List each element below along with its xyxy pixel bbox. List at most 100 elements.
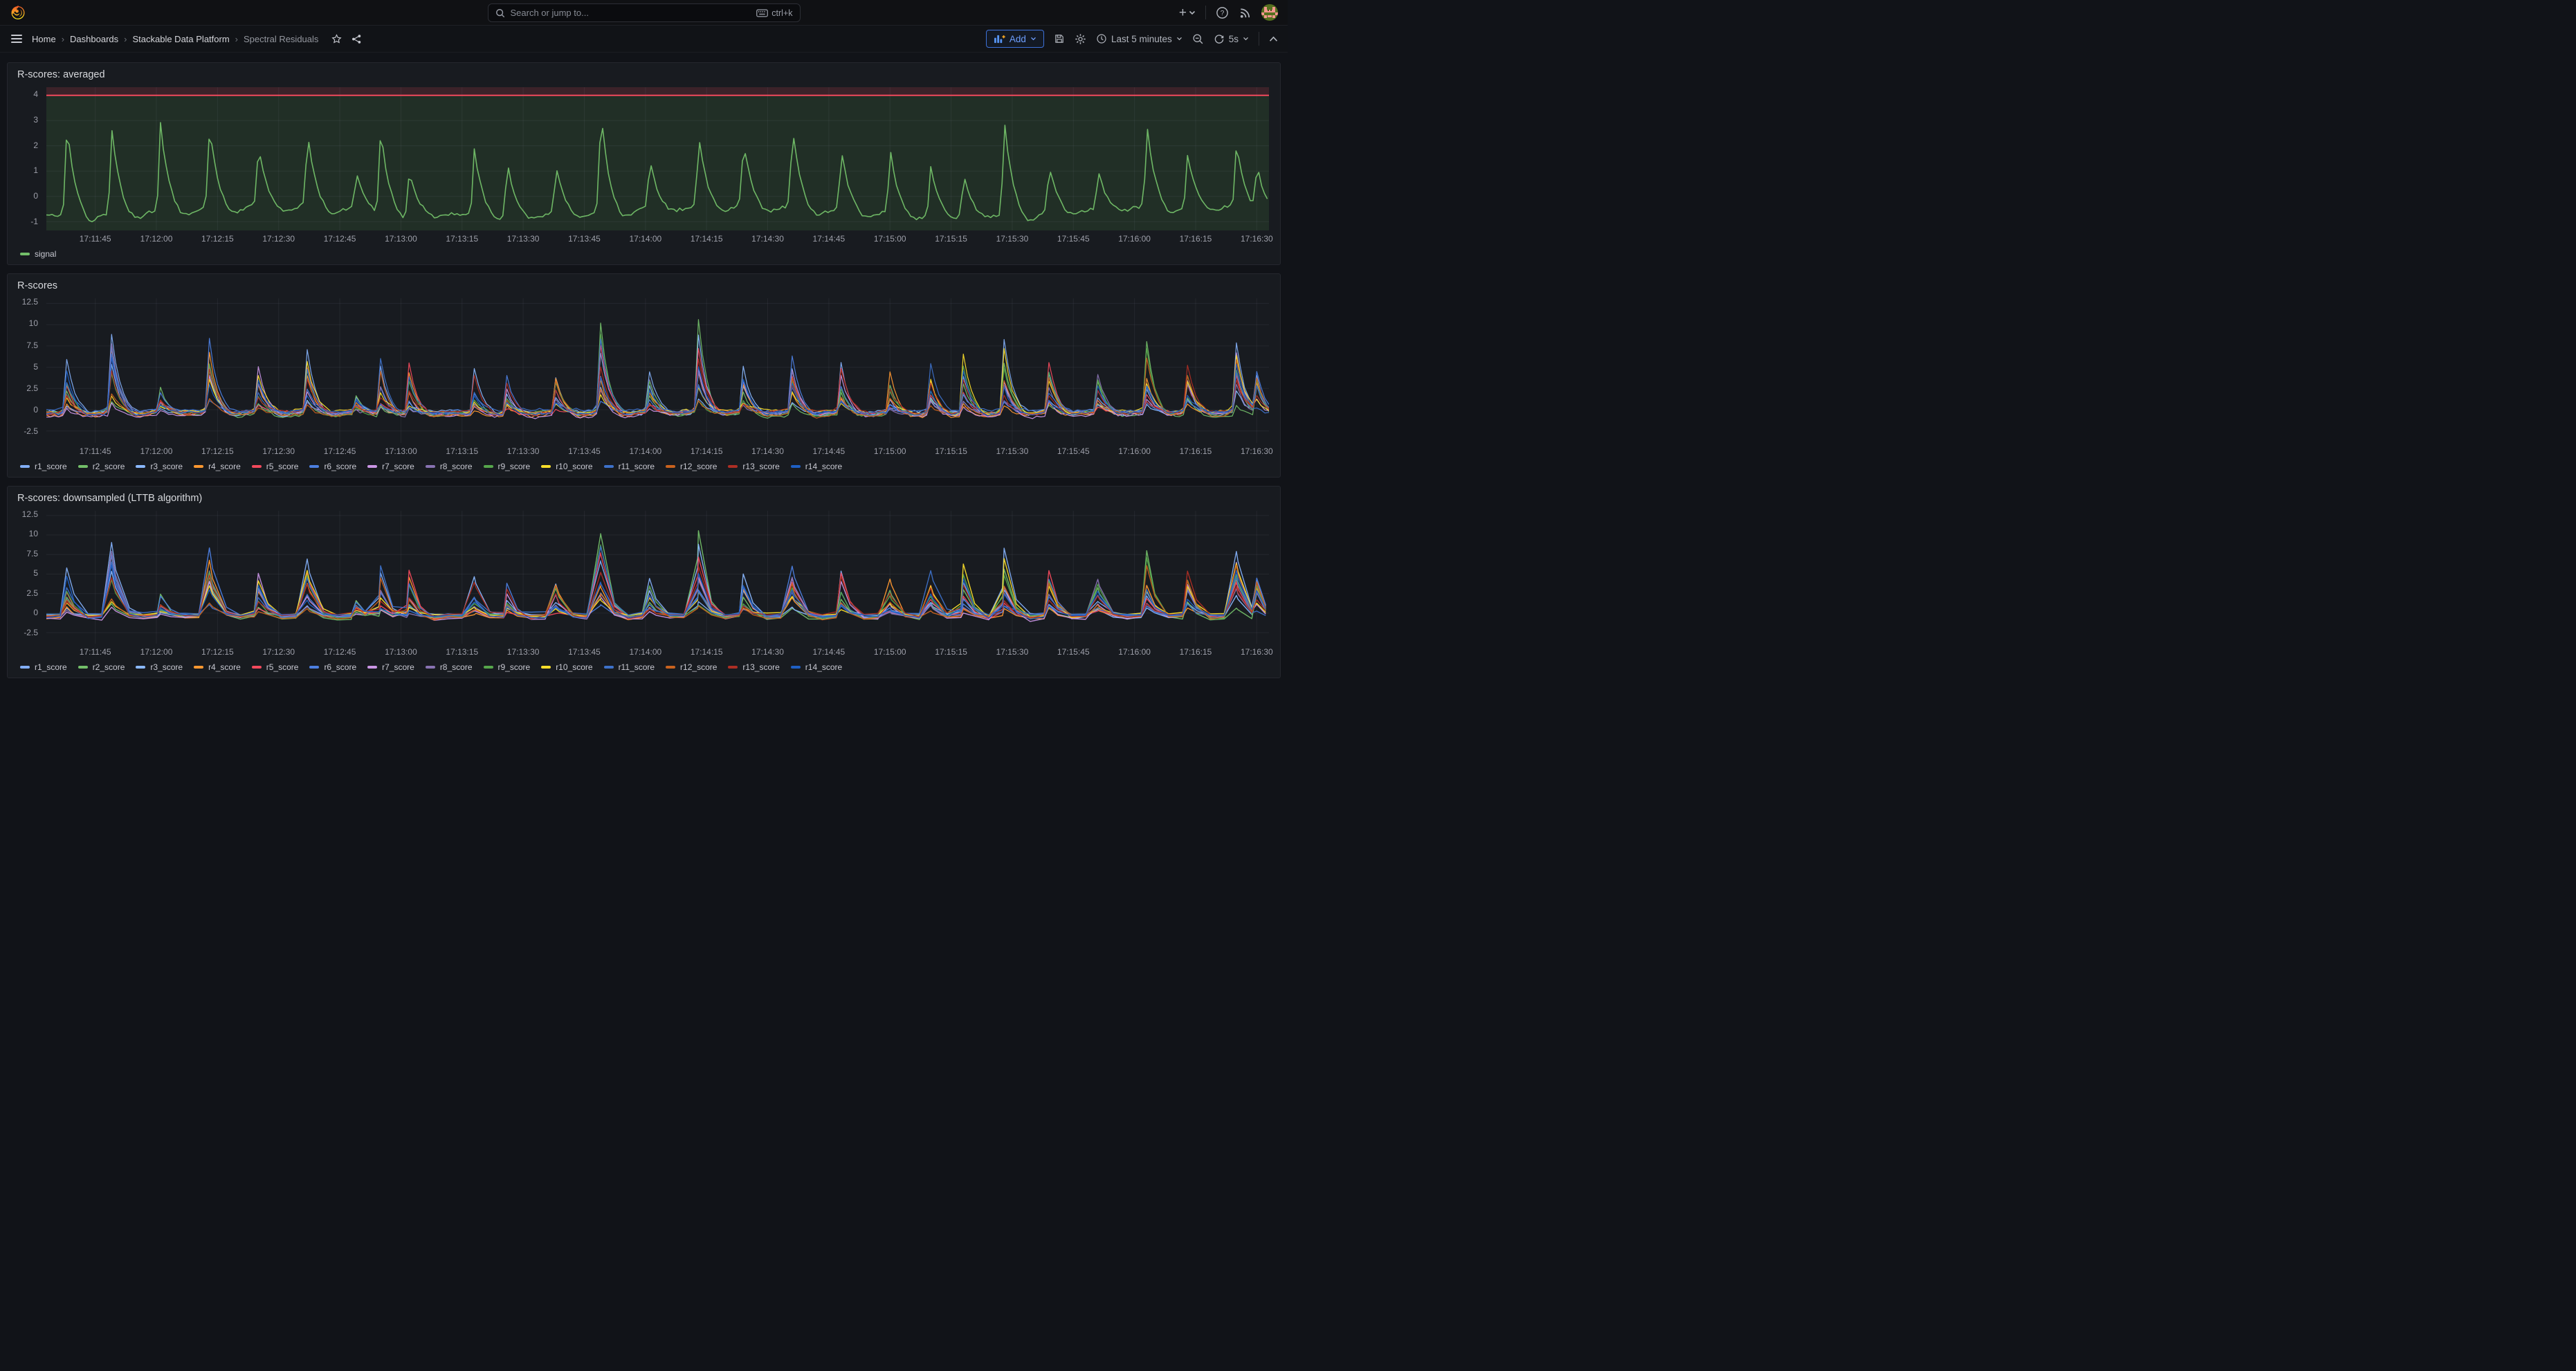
x-tick-label: 17:14:00 <box>629 647 661 657</box>
x-tick-label: 17:12:45 <box>324 446 356 456</box>
add-button[interactable]: Add <box>986 30 1044 48</box>
x-axis: 17:11:4517:12:0017:12:1517:12:3017:12:45… <box>46 644 1269 658</box>
legend-label: r8_score <box>440 462 473 471</box>
x-tick-label: 17:13:15 <box>446 234 478 244</box>
legend-item-r4_score[interactable]: r4_score <box>194 462 241 471</box>
help-icon: ? <box>1216 6 1229 19</box>
x-tick-label: 17:12:45 <box>324 234 356 244</box>
panel-title[interactable]: R-scores <box>16 278 1272 297</box>
plot-area[interactable] <box>46 298 1269 443</box>
y-tick-label: 0 <box>33 191 38 201</box>
series-swatch <box>78 666 88 669</box>
plot-area[interactable] <box>46 87 1269 230</box>
legend-item-signal[interactable]: signal <box>20 249 56 259</box>
legend-item-r7_score[interactable]: r7_score <box>367 462 414 471</box>
legend-item-r11_score[interactable]: r11_score <box>604 662 655 672</box>
legend-item-r10_score[interactable]: r10_score <box>541 662 592 672</box>
refresh-picker[interactable]: 5s <box>1214 33 1249 44</box>
legend-item-r8_score[interactable]: r8_score <box>426 662 473 672</box>
x-tick-label: 17:14:45 <box>813 234 846 244</box>
legend-item-r13_score[interactable]: r13_score <box>728 662 779 672</box>
series-swatch <box>136 666 145 669</box>
plot-wrap: -101234 <box>16 86 1272 230</box>
breadcrumb-folder[interactable]: Stackable Data Platform <box>132 34 229 44</box>
legend-label: r5_score <box>266 462 299 471</box>
legend-item-r6_score[interactable]: r6_score <box>309 462 356 471</box>
series-swatch <box>252 666 262 669</box>
chevron-down-icon <box>1243 37 1249 41</box>
chevron-down-icon <box>1030 37 1036 41</box>
menu-icon[interactable] <box>10 32 24 46</box>
y-tick-label: 7.5 <box>26 341 38 350</box>
x-tick-label: 17:16:30 <box>1241 234 1273 244</box>
breadcrumb-home[interactable]: Home <box>32 34 56 44</box>
legend-item-r1_score[interactable]: r1_score <box>20 662 67 672</box>
series-swatch <box>252 465 262 468</box>
legend-item-r6_score[interactable]: r6_score <box>309 662 356 672</box>
legend-label: r2_score <box>93 462 125 471</box>
grafana-logo[interactable] <box>10 4 26 21</box>
legend-item-r13_score[interactable]: r13_score <box>728 462 779 471</box>
legend-item-r7_score[interactable]: r7_score <box>367 662 414 672</box>
legend-item-r8_score[interactable]: r8_score <box>426 462 473 471</box>
collapse-toolbar-button[interactable] <box>1269 36 1278 42</box>
y-tick-label: 7.5 <box>26 549 38 559</box>
legend-item-r2_score[interactable]: r2_score <box>78 462 125 471</box>
series-swatch <box>541 666 551 669</box>
legend-item-r1_score[interactable]: r1_score <box>20 462 67 471</box>
series-swatch <box>484 666 493 669</box>
legend-label: r4_score <box>208 462 241 471</box>
plot-wrap: -2.502.557.51012.5 <box>16 509 1272 644</box>
panel-title[interactable]: R-scores: averaged <box>16 67 1272 86</box>
legend-item-r5_score[interactable]: r5_score <box>252 462 299 471</box>
search-input[interactable] <box>511 8 751 18</box>
avatar[interactable] <box>1261 4 1278 21</box>
legend-item-r3_score[interactable]: r3_score <box>136 662 183 672</box>
y-tick-label: 2.5 <box>26 588 38 598</box>
x-tick-label: 17:14:30 <box>751 647 784 657</box>
breadcrumb-dashboards[interactable]: Dashboards <box>70 34 118 44</box>
legend-item-r12_score[interactable]: r12_score <box>666 662 717 672</box>
legend-item-r2_score[interactable]: r2_score <box>78 662 125 672</box>
legend-label: r14_score <box>805 462 842 471</box>
dashboard-settings-button[interactable] <box>1075 33 1086 45</box>
news-button[interactable] <box>1239 6 1252 19</box>
time-range-picker[interactable]: Last 5 minutes <box>1096 33 1182 44</box>
save-dashboard-button[interactable] <box>1054 33 1065 44</box>
x-tick-label: 17:13:45 <box>568 647 601 657</box>
y-tick-label: 10 <box>29 529 38 538</box>
x-tick-label: 17:11:45 <box>80 234 111 244</box>
legend-item-r9_score[interactable]: r9_score <box>484 662 531 672</box>
threshold-region-above <box>46 87 1269 96</box>
legend-item-r14_score[interactable]: r14_score <box>791 462 842 471</box>
plot-wrap: -2.502.557.51012.5 <box>16 297 1272 443</box>
panel-rscores: R-scores -2.502.557.51012.5 17:11:4517:1… <box>7 273 1281 478</box>
share-icon[interactable] <box>351 33 363 45</box>
legend-label: r11_score <box>619 662 655 672</box>
x-axis: 17:11:4517:12:0017:12:1517:12:3017:12:45… <box>46 443 1269 457</box>
x-tick-label: 17:15:45 <box>1057 234 1090 244</box>
legend-item-r4_score[interactable]: r4_score <box>194 662 241 672</box>
y-tick-label: 10 <box>29 318 38 328</box>
dashboard-toolbar: Home › Dashboards › Stackable Data Platf… <box>0 26 1288 53</box>
series-swatch <box>791 465 801 468</box>
legend-label: r2_score <box>93 662 125 672</box>
help-button[interactable]: ? <box>1216 6 1229 19</box>
new-button[interactable]: + <box>1179 6 1196 19</box>
add-panel-icon <box>994 34 1005 44</box>
panel-title[interactable]: R-scores: downsampled (LTTB algorithm) <box>16 491 1272 509</box>
favorite-star-icon[interactable] <box>331 33 342 45</box>
legend-item-r14_score[interactable]: r14_score <box>791 662 842 672</box>
nav-divider <box>1205 6 1206 19</box>
x-tick-label: 17:12:15 <box>201 647 234 657</box>
legend-item-r12_score[interactable]: r12_score <box>666 462 717 471</box>
x-tick-label: 17:15:45 <box>1057 446 1090 456</box>
plot-area[interactable] <box>46 511 1269 644</box>
legend-item-r5_score[interactable]: r5_score <box>252 662 299 672</box>
x-tick-label: 17:16:00 <box>1118 446 1151 456</box>
legend-item-r11_score[interactable]: r11_score <box>604 462 655 471</box>
zoom-out-button[interactable] <box>1192 33 1204 45</box>
legend-item-r3_score[interactable]: r3_score <box>136 462 183 471</box>
legend-item-r9_score[interactable]: r9_score <box>484 462 531 471</box>
legend-item-r10_score[interactable]: r10_score <box>541 462 592 471</box>
